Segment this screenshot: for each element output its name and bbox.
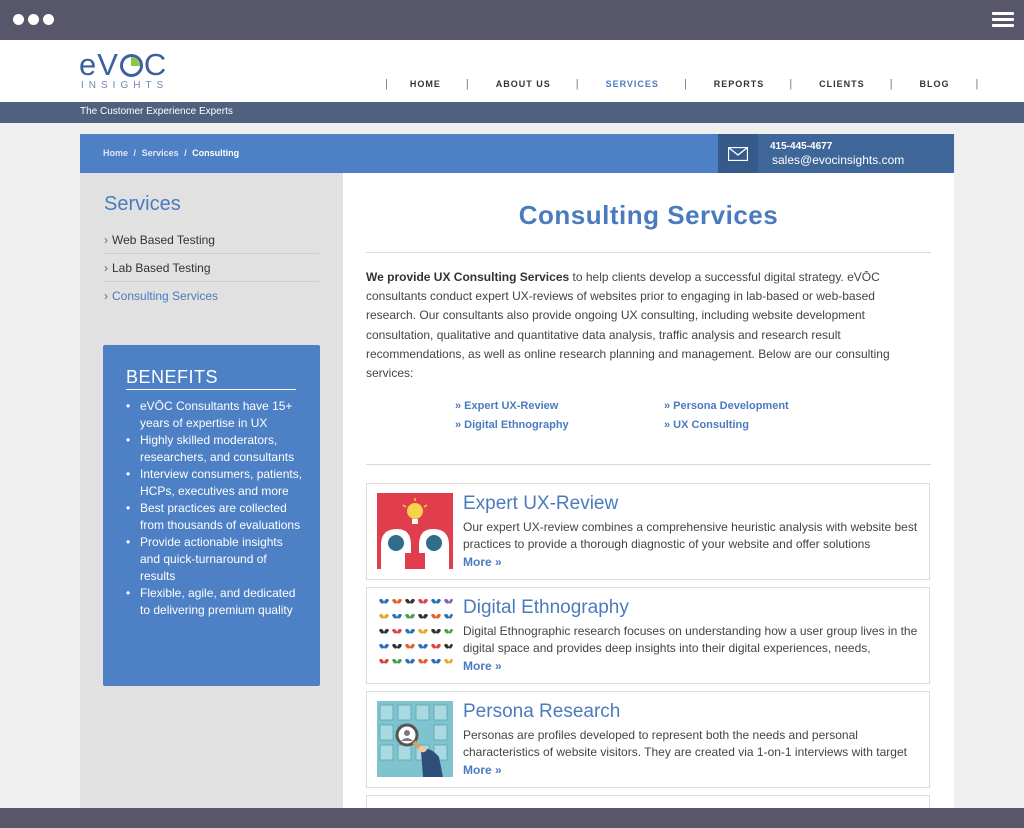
benefit-item: Flexible, agile, and dedicated to delive… (125, 585, 305, 619)
benefit-item: Interview consumers, patients, HCPs, exe… (125, 466, 305, 500)
sidebar-item-lab-based-testing[interactable]: › Lab Based Testing (104, 254, 319, 282)
card-description: Our expert UX-review combines a comprehe… (463, 520, 918, 551)
intro-bold: We provide UX Consulting Services (366, 270, 570, 284)
benefit-item: eVŌC Consultants have 15+ years of exper… (125, 398, 305, 432)
card-title[interactable]: Digital Ethnography (463, 597, 629, 619)
card-more-link[interactable]: More » (463, 763, 502, 777)
nav-clients[interactable]: CLIENTS (819, 79, 865, 89)
logo-subtitle: INSIGHTS (81, 80, 169, 91)
contact-email[interactable]: sales@evocinsights.com (772, 153, 904, 167)
benefit-item: Highly skilled moderators, researchers, … (125, 432, 305, 466)
link-digital-ethnography[interactable]: » Digital Ethnography (455, 419, 569, 431)
sidebar-title: Services (104, 193, 181, 215)
mail-icon[interactable] (718, 134, 758, 173)
chevron-right-icon: › (104, 261, 108, 275)
sidebar: Services › Web Based Testing › Lab Based T… (80, 173, 343, 808)
service-card-digital-ethnography: Digital Ethnography Digital Ethnographic… (366, 587, 930, 684)
breadcrumb-services[interactable]: Services (142, 148, 179, 158)
logo[interactable]: eV C INSIGHTS (79, 47, 169, 91)
window-controls (13, 14, 54, 25)
hamburger-menu-icon[interactable] (992, 12, 1014, 28)
page-title: Consulting Services (518, 200, 779, 230)
chevron-right-icon: › (104, 289, 108, 303)
contact-phone[interactable]: 415-445-4677 (770, 141, 832, 152)
service-card-expert-ux-review: Expert UX-Review Our expert UX-review co… (366, 483, 930, 580)
tagline: The Customer Experience Experts (80, 106, 233, 117)
card-description: Personas are profiles developed to repre… (463, 728, 907, 759)
breadcrumb: Home / Services / Consulting (103, 148, 240, 158)
intro-paragraph: We provide UX Consulting Services to hel… (366, 268, 911, 383)
persona-magnifier-icon (377, 701, 453, 777)
tagline-bar: The Customer Experience Experts (0, 102, 1024, 123)
chevron-right-icon: › (104, 233, 108, 247)
site-header: eV C INSIGHTS | HOME | ABOUT US | SERVICE… (0, 40, 1024, 102)
service-card-persona-research: Persona Research Personas are profiles d… (366, 691, 930, 788)
benefits-title: BENEFITS (126, 367, 296, 390)
browser-chrome (0, 0, 1024, 40)
contact-box: 415-445-4677 sales@evocinsights.com (718, 134, 954, 173)
link-expert-ux-review[interactable]: » Expert UX-Review (455, 400, 558, 412)
card-more-link[interactable]: More » (463, 555, 502, 569)
logo-o-icon (119, 54, 143, 77)
service-card-partial (366, 795, 930, 809)
browser-bottom-bar (0, 808, 1024, 828)
card-title[interactable]: Expert UX-Review (463, 493, 618, 515)
card-description: Digital Ethnographic research focuses on… (463, 624, 918, 655)
nav-home[interactable]: HOME (410, 79, 441, 89)
benefit-item: Provide actionable insights and quick-tu… (125, 534, 305, 585)
logo-wordmark: eV C (79, 47, 168, 82)
breadcrumb-current: Consulting (192, 148, 240, 158)
nav-blog[interactable]: BLOG (920, 79, 950, 89)
main-content: Consulting Services We provide UX Consul… (343, 173, 954, 809)
link-ux-consulting[interactable]: » UX Consulting (664, 419, 749, 431)
nav-about-us[interactable]: ABOUT US (496, 79, 551, 89)
sidebar-item-web-based-testing[interactable]: › Web Based Testing (104, 226, 319, 254)
divider (366, 252, 931, 253)
benefits-list: eVŌC Consultants have 15+ years of exper… (125, 398, 305, 619)
breadcrumb-bar: Home / Services / Consulting 415-445-467… (80, 134, 954, 173)
nav-reports[interactable]: REPORTS (714, 79, 765, 89)
main-nav: | HOME | ABOUT US | SERVICES | REPORTS |… (385, 78, 979, 90)
nav-services[interactable]: SERVICES (606, 79, 659, 89)
intro-text: to help clients develop a successful dig… (366, 270, 890, 381)
sidebar-nav: › Web Based Testing › Lab Based Testing › C… (104, 226, 319, 310)
link-persona-development[interactable]: » Persona Development (664, 400, 789, 412)
benefit-item: Best practices are collected from thousa… (125, 500, 305, 534)
card-more-link[interactable]: More » (463, 659, 502, 673)
breadcrumb-home[interactable]: Home (103, 148, 128, 158)
window-dot-icon[interactable] (28, 14, 39, 25)
window-dot-icon[interactable] (43, 14, 54, 25)
butterflies-icon (377, 597, 453, 673)
benefits-box: BENEFITS eVŌC Consultants have 15+ years… (103, 345, 320, 686)
window-dot-icon[interactable] (13, 14, 24, 25)
card-title[interactable]: Persona Research (463, 701, 620, 723)
divider (366, 464, 931, 465)
brain-lightbulb-icon (377, 493, 453, 569)
sidebar-item-consulting-services[interactable]: › Consulting Services (104, 282, 319, 310)
